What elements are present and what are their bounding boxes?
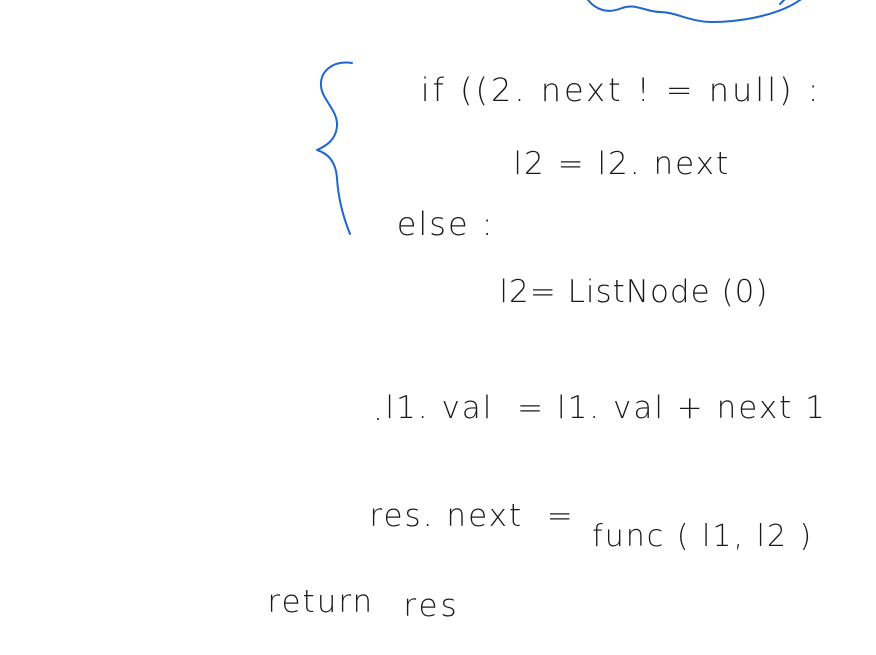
else-text: else : [396,205,495,243]
func-call-text: func ( l1, l2 ) [592,519,814,554]
assign-new-node-text: l2= ListNode (0) [499,274,769,310]
val-update-text: l1. val = l1. val + next 1 [385,390,827,426]
if-condition-text: if ((2. next ! = null) : [420,71,822,109]
curly-brace [316,61,353,235]
top-scribble-tail [779,0,785,5]
assign-new-node-line: l2= ListNode (0) [456,246,768,339]
stray-ink-dot [377,418,379,420]
func-call: func ( l1, l2 ) [546,492,813,582]
res-next-line: res. next = [322,470,575,563]
res-next-text: res. next = [369,498,575,534]
return-variable: res [352,560,460,653]
handwritten-note-canvas: if ((2. next ! = null) : l2 = l2. next e… [0,0,876,622]
return-variable-text: res [403,588,460,624]
assign-next-line: l2 = l2. next [466,118,730,211]
top-scribble-annotation [587,0,802,23]
assign-next-text: l2 = l2. next [513,146,731,182]
val-update-line: l1. val = l1. val + next 1 [338,362,827,455]
